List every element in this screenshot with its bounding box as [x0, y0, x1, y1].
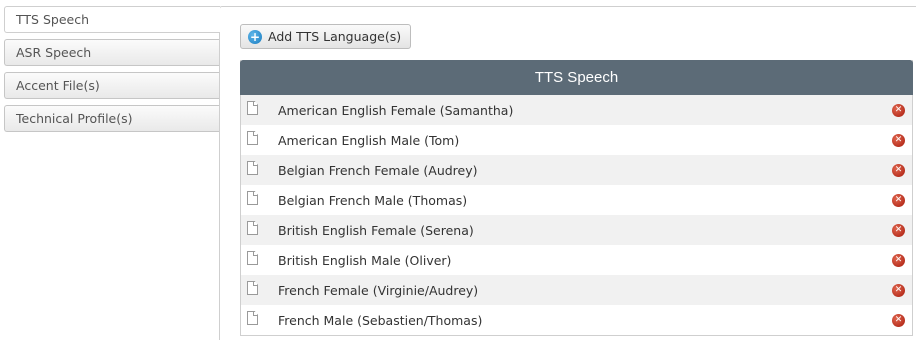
table-row[interactable]: American English Male (Tom) ✕: [241, 125, 912, 155]
row-label: French Female (Virginie/Audrey): [278, 282, 479, 298]
table-row[interactable]: Belgian French Female (Audrey) ✕: [241, 155, 912, 185]
grid-rows: American English Female (Samantha) ✕ Ameri…: [241, 95, 912, 335]
tab-tts-speech[interactable]: TTS Speech: [4, 6, 220, 33]
delete-icon[interactable]: ✕: [892, 104, 905, 117]
document-icon: [247, 161, 258, 175]
document-icon: [247, 131, 258, 145]
document-icon: [247, 221, 258, 235]
document-icon: [247, 191, 258, 205]
row-label: British English Female (Serena): [278, 222, 474, 238]
delete-icon[interactable]: ✕: [892, 224, 905, 237]
row-label: British English Male (Oliver): [278, 252, 452, 268]
row-label: Belgian French Male (Thomas): [278, 192, 468, 208]
table-row[interactable]: Belgian French Male (Thomas) ✕: [241, 185, 912, 215]
document-icon: [247, 281, 258, 295]
row-label: Belgian French Female (Audrey): [278, 162, 478, 178]
plus-circle-icon: +: [248, 29, 262, 44]
tab-content-panel: + Add TTS Language(s) TTS Speech America…: [219, 6, 916, 340]
delete-icon[interactable]: ✕: [892, 134, 905, 147]
document-icon: [247, 101, 258, 115]
tab-asr-speech[interactable]: ASR Speech: [4, 39, 219, 66]
vertical-tab-list: TTS Speech ASR Speech Accent File(s) Tec…: [4, 6, 220, 138]
tab-technical-profiles[interactable]: Technical Profile(s): [4, 105, 219, 132]
delete-icon[interactable]: ✕: [892, 284, 905, 297]
row-label: American English Female (Samantha): [278, 102, 514, 118]
tts-speech-page: TTS Speech ASR Speech Accent File(s) Tec…: [0, 0, 916, 340]
delete-icon[interactable]: ✕: [892, 194, 905, 207]
delete-icon[interactable]: ✕: [892, 164, 905, 177]
table-row[interactable]: British English Male (Oliver) ✕: [241, 245, 912, 275]
add-tts-language-button[interactable]: + Add TTS Language(s): [240, 24, 412, 49]
document-icon: [247, 251, 258, 265]
table-row[interactable]: British English Female (Serena) ✕: [241, 215, 912, 245]
grid-title: TTS Speech: [240, 60, 913, 95]
row-label: American English Male (Tom): [278, 132, 460, 148]
document-icon: [247, 311, 258, 325]
add-tts-language-label: Add TTS Language(s): [268, 29, 402, 44]
row-label: French Male (Sebastien/Thomas): [278, 312, 483, 328]
table-row[interactable]: French Female (Virginie/Audrey) ✕: [241, 275, 912, 305]
delete-icon[interactable]: ✕: [892, 254, 905, 267]
table-row[interactable]: French Male (Sebastien/Thomas) ✕: [241, 305, 912, 335]
delete-icon[interactable]: ✕: [892, 314, 905, 327]
tts-speech-grid: TTS Speech American English Female (Sama…: [240, 60, 913, 336]
tab-accent-files[interactable]: Accent File(s): [4, 72, 219, 99]
table-row[interactable]: American English Female (Samantha) ✕: [241, 95, 912, 125]
